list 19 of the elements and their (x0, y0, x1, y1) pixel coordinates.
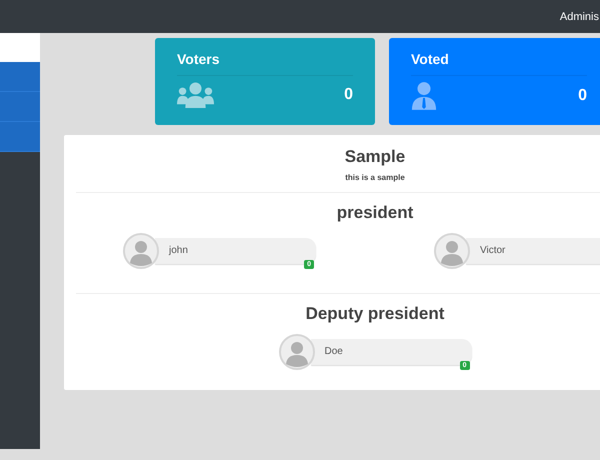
users-icon (177, 82, 214, 108)
ballot-description: this is a sample (344, 173, 406, 182)
user-name[interactable]: Adminis (560, 10, 599, 22)
avatar-icon (278, 334, 314, 370)
avatar-icon (123, 233, 159, 269)
sidebar-item[interactable] (0, 62, 40, 92)
ballot-title: Sample (344, 147, 406, 167)
stat-title: Voted (411, 38, 587, 76)
position-title: president (336, 203, 414, 223)
sidebar-item[interactable] (0, 122, 40, 152)
person-icon (411, 82, 437, 110)
stat-title: Voters (177, 38, 353, 76)
avatar-icon (434, 233, 470, 269)
sidebar-header (0, 33, 40, 62)
stat-value: 0 (344, 86, 353, 104)
position-title: Deputy president (304, 304, 446, 324)
sidebar-item[interactable] (0, 92, 40, 122)
candidate-name[interactable]: Victor (466, 238, 600, 264)
stat-value: 0 (578, 87, 587, 105)
